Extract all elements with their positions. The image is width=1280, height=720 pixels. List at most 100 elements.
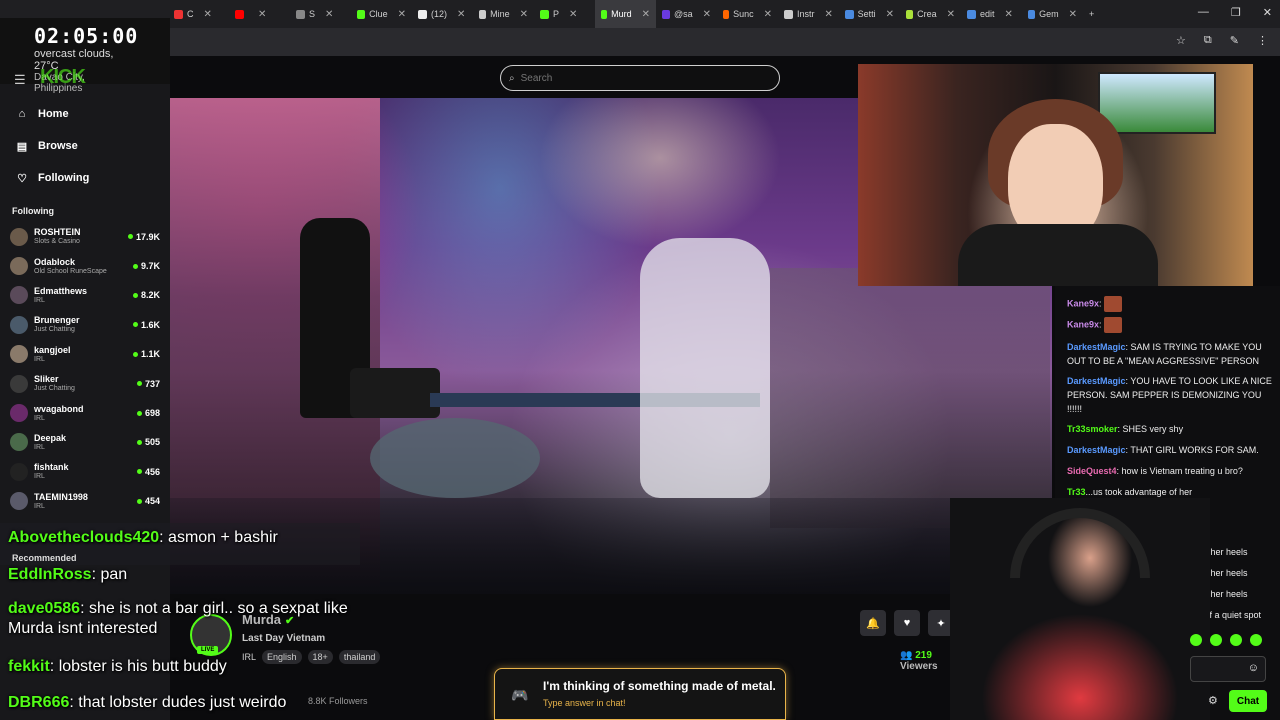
emote-icon[interactable] [1190,634,1202,646]
following-channel[interactable]: TAEMIN1998 IRL 454 [0,487,170,516]
browser-tab[interactable]: edit ✕ [961,0,1022,28]
browser-tab[interactable]: Instr ✕ [778,0,839,28]
following-channel[interactable]: Odablock Old School RuneScape 9.7K [0,251,170,280]
close-icon[interactable]: ✕ [703,9,711,20]
search-input[interactable] [520,72,761,84]
avatar [10,433,28,452]
browser-tab[interactable]: Murd ✕ [595,0,656,28]
following-channel[interactable]: kangjoel IRL 1.1K [0,340,170,369]
tab-label: S [309,9,316,19]
following-channel[interactable]: Deepak IRL 505 [0,428,170,457]
notification-bell-button[interactable]: 🔔 [860,610,886,636]
close-icon[interactable]: ✕ [825,9,833,20]
close-icon[interactable]: ✕ [947,9,955,20]
browser-tab[interactable]: C ✕ [168,0,229,28]
chat-username[interactable]: DarkestMagic [1067,376,1126,386]
overlay-text: : that lobster dudes just weirdo [69,694,287,711]
browser-tab[interactable]: S ✕ [290,0,351,28]
viewers-icon: 👥 [900,650,913,661]
nav-following[interactable]: ♡ Following [0,162,170,194]
close-window-button[interactable]: ✕ [1263,6,1272,19]
avatar [10,286,28,305]
close-icon[interactable]: ✕ [886,9,894,20]
browser-tab[interactable]: Mine ✕ [473,0,534,28]
close-icon[interactable]: ✕ [1069,9,1077,20]
gear-icon[interactable]: ⚙ [1208,694,1218,707]
following-channel[interactable]: ROSHTEIN Slots & Casino 17.9K [0,222,170,251]
chat-send-button[interactable]: Chat [1229,690,1267,712]
puzzle-icon[interactable]: ✎ [1230,34,1239,47]
toolbar-icons: ☆ ⧉ ✎ ⋮ [1176,34,1268,47]
browser-tab-bar: C ✕ ✕ S ✕ Clue ✕ (12) ✕ Mine ✕ P ✕ Murd ✕ @sa ✕ Sunc ✕ Inst… [0,0,1280,28]
chat-username[interactable]: Tr33smoker [1067,424,1118,434]
follow-heart-button[interactable]: ♥ [894,610,920,636]
chat-username[interactable]: Tr33 [1067,487,1086,497]
channel-name: Brunenger [34,315,80,326]
emote-bar [1190,634,1262,646]
live-dot-icon [136,469,142,475]
nav-home[interactable]: ⌂ Home [0,98,170,130]
chat-message: SideQuest4: how is Vietnam treating u br… [1067,464,1272,478]
browser-tab[interactable]: Crea ✕ [900,0,961,28]
heart-icon: ♡ [17,172,27,185]
search-icon: ⌕ [509,72,515,84]
close-icon[interactable]: ✕ [1005,9,1013,20]
chat-input[interactable]: ☺ [1190,656,1266,682]
browser-tab[interactable]: P ✕ [534,0,595,28]
menu-icon[interactable]: ⋮ [1257,34,1268,47]
following-channel[interactable]: wvagabond IRL 698 [0,398,170,427]
nav-browse[interactable]: ▤ Browse [0,130,170,162]
close-icon[interactable]: ✕ [764,9,772,20]
chat-text: : [1099,298,1102,309]
overlay-chat-message: dave0586: she is not a bar girl.. so a s… [8,599,348,639]
close-icon[interactable]: ✕ [520,9,528,20]
new-tab-button[interactable]: + [1083,0,1100,28]
emote-icon[interactable] [1210,634,1222,646]
browser-tab[interactable]: Sunc ✕ [717,0,778,28]
channel-category: Just Chatting [34,385,75,393]
kick-logo[interactable]: KICK [40,66,86,89]
following-channel[interactable]: Edmatthews IRL 8.2K [0,281,170,310]
browser-tab[interactable]: ✕ [229,0,290,28]
browser-tab[interactable]: Setti ✕ [839,0,900,28]
close-icon[interactable]: ✕ [325,9,333,20]
close-icon[interactable]: ✕ [204,9,212,20]
viewer-count: 1.6K [132,320,160,330]
chat-username[interactable]: DarkestMagic [1067,445,1126,455]
browser-tab[interactable]: Gem ✕ [1022,0,1083,28]
tab-favicon-icon [784,9,793,19]
smiley-icon[interactable]: ☺ [1248,662,1259,674]
chat-username[interactable]: Kane9x [1067,319,1099,329]
emote-icon[interactable] [1250,634,1262,646]
maximize-button[interactable]: ❐ [1231,6,1241,19]
browser-tab[interactable]: @sa ✕ [656,0,717,28]
chat-text: : THAT GIRL WORKS FOR SAM. [1125,445,1259,455]
chat-username[interactable]: SideQuest4 [1067,466,1117,476]
tab-favicon-icon [540,9,549,19]
channel-info: ROSHTEIN Slots & Casino [34,227,122,246]
avatar [10,492,28,511]
close-icon[interactable]: ✕ [569,9,577,20]
star-icon[interactable]: ☆ [1176,34,1186,47]
close-icon[interactable]: ✕ [258,9,266,20]
live-dot-icon [132,263,138,269]
following-channel[interactable]: Brunenger Just Chatting 1.6K [0,310,170,339]
facecam-overlay [858,64,1253,286]
emote-icon[interactable] [1230,634,1242,646]
close-icon[interactable]: ✕ [457,9,465,20]
minimize-button[interactable]: — [1198,6,1209,19]
search-bar[interactable]: ⌕ [500,65,780,91]
following-channel[interactable]: fishtank IRL 456 [0,457,170,486]
close-icon[interactable]: ✕ [398,9,406,20]
chat-username[interactable]: DarkestMagic [1067,342,1126,352]
avatar [10,345,28,364]
following-channel[interactable]: Sliker Just Chatting 737 [0,369,170,398]
browser-tab[interactable]: Clue ✕ [351,0,412,28]
hamburger-menu-icon[interactable]: ☰ [14,72,26,88]
facecam-tv [1098,72,1216,134]
close-icon[interactable]: ✕ [642,9,650,20]
chat-username[interactable]: Kane9x [1067,298,1099,308]
browser-tab[interactable]: (12) ✕ [412,0,473,28]
extension-icon[interactable]: ⧉ [1204,34,1212,47]
channel-info: Deepak IRL [34,433,131,452]
